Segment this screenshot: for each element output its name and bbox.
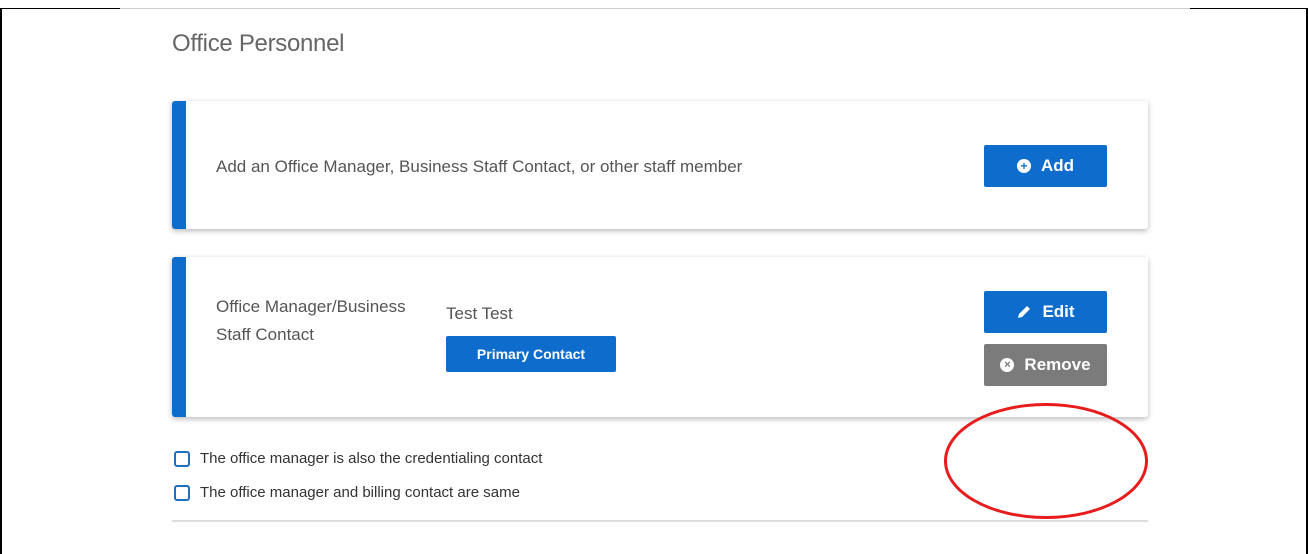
billing-contact-checkbox[interactable]: [174, 484, 190, 501]
add-button[interactable]: + Add: [984, 145, 1107, 187]
contact-role: Office Manager/Business Staff Contact: [216, 297, 406, 344]
primary-contact-badge: Primary Contact: [446, 336, 616, 372]
billing-contact-option[interactable]: The office manager and billing contact a…: [174, 484, 520, 501]
section-title: Office Personnel: [172, 30, 345, 57]
edit-button[interactable]: Edit: [984, 291, 1107, 333]
credentialing-contact-label: The office manager is also the credentia…: [200, 450, 543, 467]
credentialing-contact-checkbox[interactable]: [174, 450, 190, 467]
frame-top-right: [1190, 8, 1308, 9]
frame-top-left: [0, 8, 120, 9]
contact-name: Test Test: [446, 304, 513, 323]
red-annotation-ellipse: [944, 403, 1148, 519]
frame-left-border: [0, 8, 2, 554]
pencil-icon: [1016, 304, 1032, 320]
frame-top-divider: [120, 8, 1190, 9]
remove-button-label: Remove: [1024, 355, 1091, 374]
add-staff-description: Add an Office Manager, Business Staff Co…: [216, 157, 743, 176]
billing-contact-label: The office manager and billing contact a…: [200, 484, 520, 501]
credentialing-contact-option[interactable]: The office manager is also the credentia…: [174, 450, 542, 467]
x-circle-icon: ×: [1000, 358, 1015, 372]
plus-circle-icon: +: [1016, 159, 1031, 173]
edit-button-label: Edit: [1042, 302, 1075, 321]
remove-button[interactable]: × Remove: [984, 344, 1107, 386]
contact-card: Office Manager/Business Staff Contact Te…: [172, 257, 1148, 417]
section-divider: [172, 520, 1148, 522]
add-staff-card: Add an Office Manager, Business Staff Co…: [172, 101, 1148, 229]
add-button-label: Add: [1040, 156, 1075, 175]
